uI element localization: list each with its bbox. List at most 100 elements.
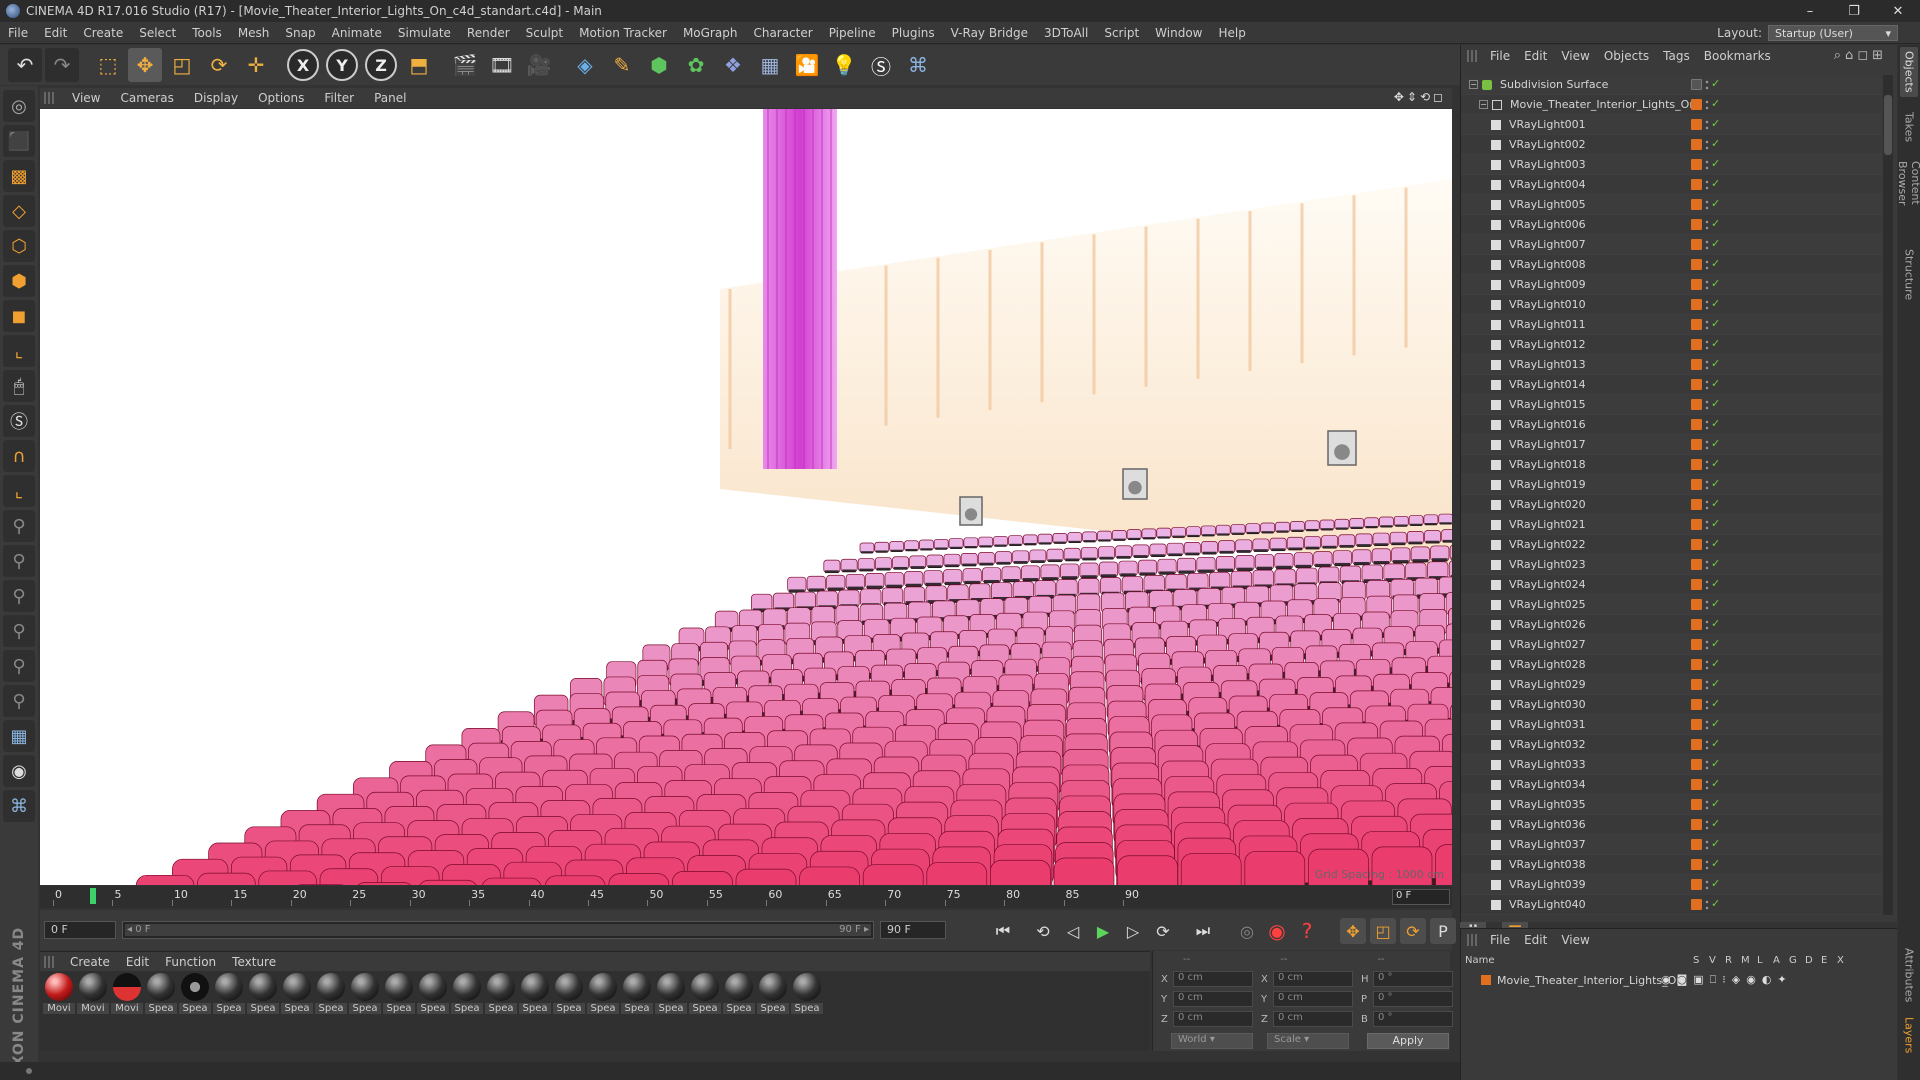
maximize-button[interactable]: ❐ (1832, 0, 1876, 22)
enabled-check-icon[interactable]: ✓ (1711, 437, 1720, 450)
layer-color-icon[interactable] (1691, 699, 1702, 710)
last-tool-icon[interactable]: ✛ (239, 48, 273, 82)
layer-color-icon[interactable] (1691, 339, 1702, 350)
collapse-icon[interactable]: − (1469, 80, 1478, 89)
scale-dropdown[interactable]: Scale ▾ (1267, 1033, 1349, 1049)
layer-color-icon[interactable] (1691, 519, 1702, 530)
camera-icon[interactable]: 🎦 (790, 48, 824, 82)
menu-pipeline[interactable]: Pipeline (821, 26, 884, 40)
enabled-check-icon[interactable]: ✓ (1711, 877, 1720, 890)
layer-column-v[interactable]: V (1709, 955, 1721, 969)
autokey-icon[interactable]: ◉ (1264, 918, 1290, 944)
object-row-vraylight[interactable]: VRayLight008 ✓ (1461, 255, 1881, 275)
layer-color-icon[interactable] (1691, 599, 1702, 610)
visibility-dots-icon[interactable] (1705, 559, 1709, 571)
lock-workplane-icon[interactable]: ▦ (3, 720, 35, 752)
object-row-subdivision-surface[interactable]: − Subdivision Surface ✓ (1461, 75, 1881, 95)
object-row-vraylight[interactable]: VRayLight037 ✓ (1461, 835, 1881, 855)
layer-color-icon[interactable] (1691, 79, 1702, 90)
render-view-icon[interactable]: 🎬 (448, 48, 482, 82)
material-swatch[interactable]: Spea (314, 973, 348, 1021)
panel-grip[interactable] (44, 92, 54, 104)
make-editable-icon[interactable]: ◎ (3, 90, 35, 122)
timeline-ruler[interactable]: 0 5 10 15 20 25 30 35 40 45 50 55 60 65 70 75 80 85 90 0 F (40, 886, 1452, 908)
menu-animate[interactable]: Animate (324, 26, 390, 40)
layer-color-icon[interactable] (1691, 419, 1702, 430)
object-row-vraylight[interactable]: VRayLight024 ✓ (1461, 575, 1881, 595)
visibility-dots-icon[interactable] (1705, 479, 1709, 491)
record-keys-icon[interactable]: ◎ (1234, 918, 1260, 944)
visibility-dots-icon[interactable] (1705, 799, 1709, 811)
coord-value-field[interactable]: 0 ° (1373, 971, 1453, 987)
visibility-dots-icon[interactable] (1705, 359, 1709, 371)
side-tab-content-browser[interactable]: Content Browser (1896, 155, 1920, 239)
end-frame-field[interactable]: 90 F (880, 921, 946, 939)
object-tree-scrollbar[interactable] (1883, 75, 1893, 915)
visibility-dots-icon[interactable] (1705, 519, 1709, 531)
visibility-dots-icon[interactable] (1705, 679, 1709, 691)
object-row-vraylight[interactable]: VRayLight004 ✓ (1461, 175, 1881, 195)
rotate-icon[interactable]: ⟳ (202, 48, 236, 82)
solo-icon[interactable]: ◉ (3, 755, 35, 787)
enabled-check-icon[interactable]: ✓ (1711, 597, 1720, 610)
layer-color-icon[interactable] (1691, 299, 1702, 310)
layer-color-icon[interactable] (1691, 659, 1702, 670)
layer-color-icon[interactable] (1691, 199, 1702, 210)
material-swatch[interactable]: Spea (450, 973, 484, 1021)
visibility-dots-icon[interactable] (1705, 279, 1709, 291)
material-swatch[interactable]: Spea (416, 973, 450, 1021)
3d-viewport[interactable]: Grid Spacing : 1000 cm (40, 109, 1452, 885)
menu-tools[interactable]: Tools (184, 26, 230, 40)
coord-value-field[interactable]: 0 cm (1273, 1011, 1353, 1027)
object-menu-tags[interactable]: Tags (1656, 49, 1697, 63)
object-row-vraylight[interactable]: VRayLight025 ✓ (1461, 595, 1881, 615)
layer-color-icon[interactable] (1691, 799, 1702, 810)
menu-file[interactable]: File (0, 26, 36, 40)
enabled-check-icon[interactable]: ✓ (1711, 337, 1720, 350)
object-row-vraylight[interactable]: VRayLight016 ✓ (1461, 415, 1881, 435)
layer-color-icon[interactable] (1691, 479, 1702, 490)
tweak-mode-icon[interactable]: 🖱 (3, 370, 35, 402)
enabled-check-icon[interactable]: ✓ (1711, 637, 1720, 650)
layer-color-icon[interactable] (1691, 679, 1702, 690)
enabled-check-icon[interactable]: ✓ (1711, 117, 1720, 130)
object-row-vraylight[interactable]: VRayLight009 ✓ (1461, 275, 1881, 295)
layer-color-icon[interactable] (1691, 439, 1702, 450)
visibility-dots-icon[interactable] (1705, 139, 1709, 151)
object-row-vraylight[interactable]: VRayLight023 ✓ (1461, 555, 1881, 575)
previous-key-icon[interactable]: ⟲ (1030, 918, 1056, 944)
enabled-check-icon[interactable]: ✓ (1711, 317, 1720, 330)
layer-menu-file[interactable]: File (1483, 933, 1517, 947)
material-menu-edit[interactable]: Edit (118, 955, 157, 969)
brush-r-icon[interactable]: ⚲ (3, 545, 35, 577)
viewport-menu-display[interactable]: Display (184, 91, 248, 105)
material-swatch[interactable]: Spea (348, 973, 382, 1021)
parameter-key-icon[interactable]: P (1430, 918, 1456, 944)
visibility-dots-icon[interactable] (1705, 159, 1709, 171)
cube-icon[interactable]: ◈ (568, 48, 602, 82)
menu-motion-tracker[interactable]: Motion Tracker (571, 26, 675, 40)
python-script-icon[interactable]: ⌘ (3, 790, 35, 822)
coord-value-field[interactable]: 0 cm (1273, 991, 1353, 1007)
enabled-check-icon[interactable]: ✓ (1711, 397, 1720, 410)
layer-color-icon[interactable] (1691, 859, 1702, 870)
enabled-check-icon[interactable]: ✓ (1711, 737, 1720, 750)
enabled-check-icon[interactable]: ✓ (1711, 777, 1720, 790)
layer-color-icon[interactable] (1691, 579, 1702, 590)
layer-color-icon[interactable] (1691, 899, 1702, 910)
next-key-icon[interactable]: ⟳ (1150, 918, 1176, 944)
object-row-vraylight[interactable]: VRayLight006 ✓ (1461, 215, 1881, 235)
magnet-icon[interactable]: ∩ (3, 440, 35, 472)
object-row-vraylight[interactable]: VRayLight036 ✓ (1461, 815, 1881, 835)
object-row-vraylight[interactable]: VRayLight007 ✓ (1461, 235, 1881, 255)
material-swatch[interactable]: Movi (42, 973, 76, 1021)
enabled-check-icon[interactable]: ✓ (1711, 217, 1720, 230)
redo-icon[interactable]: ↷ (45, 48, 79, 82)
material-swatch[interactable]: Movi (76, 973, 110, 1021)
playhead[interactable] (90, 888, 96, 904)
visibility-dots-icon[interactable] (1705, 619, 1709, 631)
axis-mode-icon[interactable]: ⌞ (3, 335, 35, 367)
workplane-icon[interactable]: ◇ (3, 195, 35, 227)
visibility-dots-icon[interactable] (1705, 219, 1709, 231)
material-swatch[interactable]: Spea (280, 973, 314, 1021)
